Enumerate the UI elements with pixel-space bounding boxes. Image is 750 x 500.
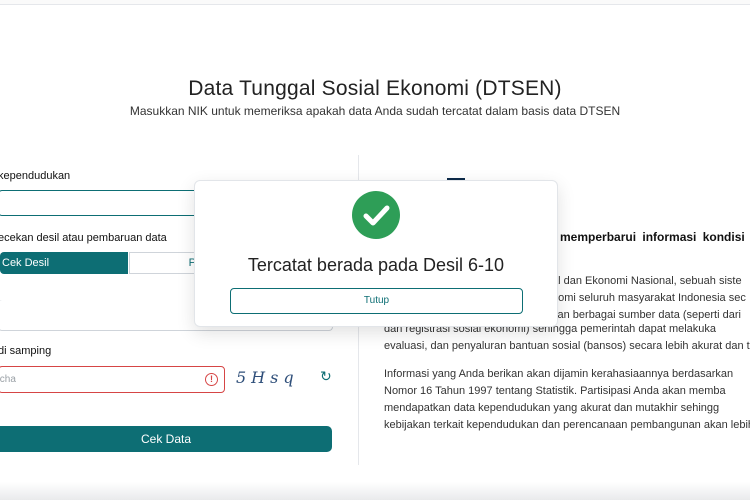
captcha-input[interactable]: tcha ! [0,366,225,393]
info-line: evaluasi, dan penyaluran bantuan sosial … [384,340,750,352]
result-message: Tercatat berada pada Desil 6-10 [247,255,505,275]
nik-label: kependudukan [0,170,71,182]
info-heading: memperbarui informasi kondisi s [560,230,750,244]
info-line: al dan Ekonomi Nasional, sebuah siste [552,275,742,287]
info-line: mendapatkan data kependudukan yang akura… [384,402,720,414]
top-bar [0,0,750,5]
page-title: Data Tunggal Sosial Ekonomi (DTSEN) [188,77,562,100]
result-modal: Tercatat berada pada Desil 6-10 Tutup [194,180,558,327]
error-icon: ! [205,373,218,386]
check-type-label: ecekan desil atau pembaruan data [0,232,167,244]
close-button[interactable]: Tutup [230,288,523,314]
submit-button[interactable]: Cek Data [0,426,332,452]
segment-cek-desil[interactable]: Cek Desil [0,252,128,274]
check-icon [352,191,400,239]
captcha-placeholder: tcha [0,374,16,385]
segment-pembaruan-data[interactable]: P [129,252,199,274]
page-subtitle: Masukkan NIK untuk memeriksa apakah data… [129,104,621,118]
captcha-image: 5Hsq [236,368,299,387]
info-line: kebijakan terkait kependudukan dan peren… [384,419,750,431]
info-line: Informasi yang Anda berikan akan dijamin… [384,368,734,380]
info-line: nomi seluruh masyarakat Indonesia sec [552,292,746,304]
bottom-edge [0,482,750,500]
captcha-label: di samping [0,345,52,357]
refresh-icon[interactable]: ↻ [320,368,332,385]
info-line: Nomor 16 Tahun 1997 tentang Statistik. P… [384,385,726,397]
nik-input[interactable] [0,190,198,216]
